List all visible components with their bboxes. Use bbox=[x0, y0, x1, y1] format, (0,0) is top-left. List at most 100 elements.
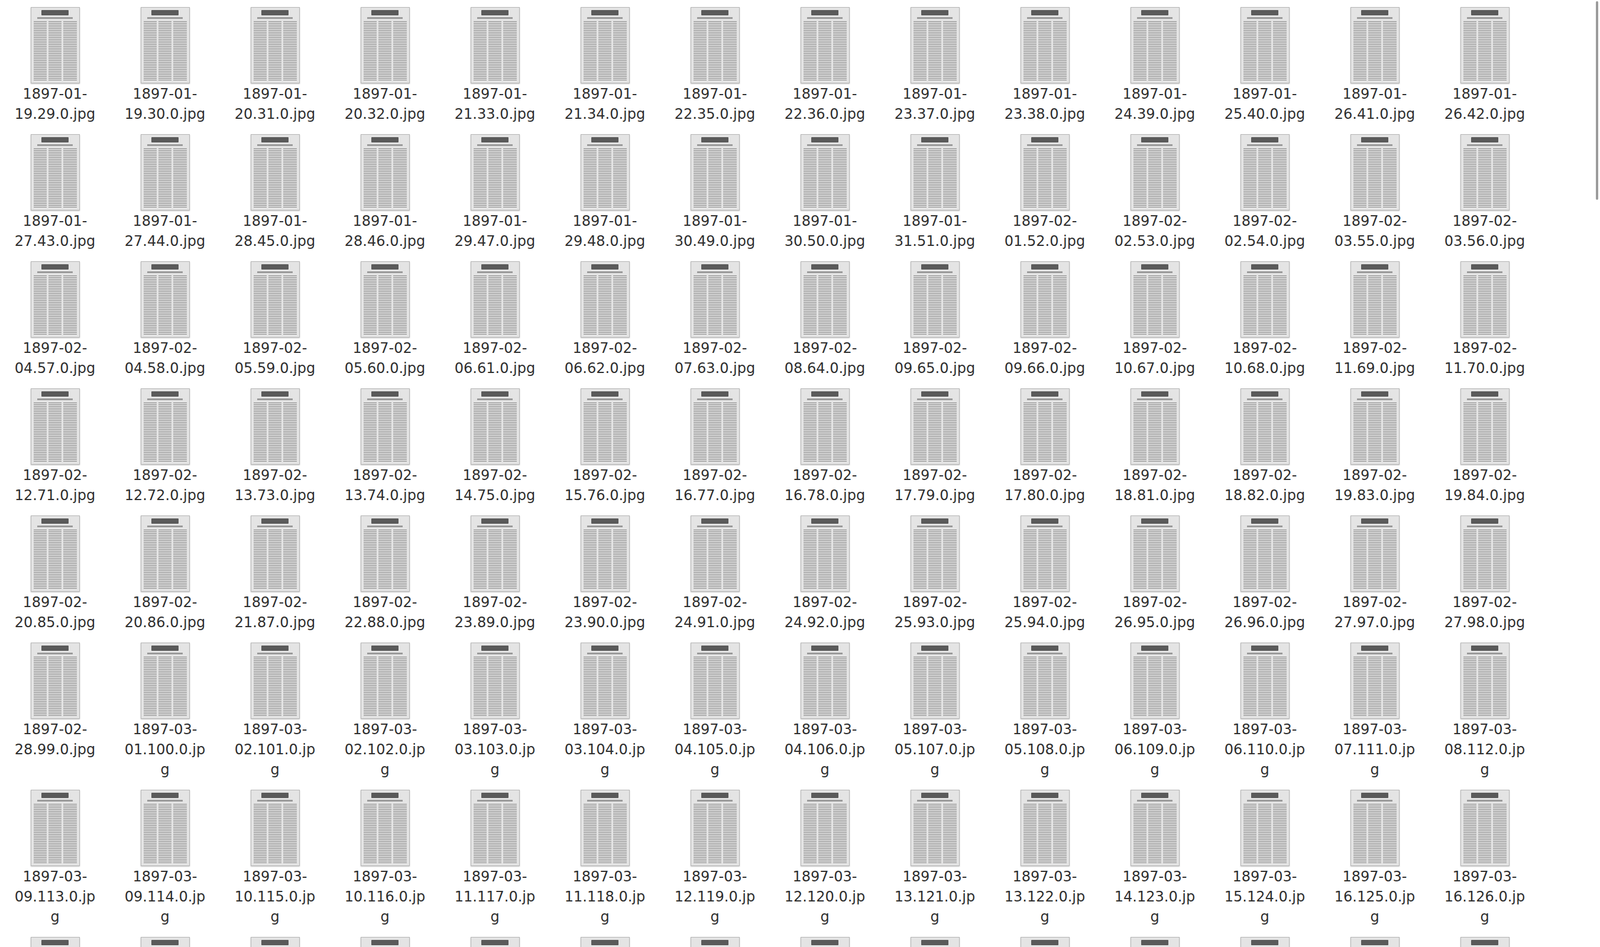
file-item[interactable]: 1897-02-03.56.0.jpg bbox=[1429, 134, 1540, 252]
thumbnail-image[interactable] bbox=[250, 515, 300, 592]
file-item[interactable]: 1897-02-08.64.0.jpg bbox=[769, 261, 880, 379]
thumbnail-image[interactable] bbox=[1350, 134, 1400, 211]
thumbnail-image[interactable] bbox=[1130, 388, 1180, 465]
file-item[interactable]: 1897-02-09.65.0.jpg bbox=[879, 261, 990, 379]
thumbnail-image[interactable] bbox=[910, 388, 960, 465]
thumbnail-image[interactable] bbox=[800, 789, 850, 867]
file-item[interactable]: 1897-02-06.61.0.jpg bbox=[439, 261, 550, 379]
thumbnail-image[interactable] bbox=[1350, 388, 1400, 465]
thumbnail-image[interactable] bbox=[1460, 134, 1510, 211]
thumbnail-image[interactable] bbox=[360, 789, 410, 867]
file-item[interactable]: 1897-02-21.87.0.jpg bbox=[219, 515, 330, 633]
thumbnail-image[interactable] bbox=[30, 7, 80, 84]
file-item[interactable]: 1897-03-03.104.0.jpg bbox=[549, 642, 660, 780]
thumbnail-image[interactable] bbox=[1240, 134, 1290, 211]
thumbnail-image[interactable] bbox=[1350, 642, 1400, 719]
thumbnail-image[interactable] bbox=[140, 937, 190, 947]
file-item[interactable]: 1897-02-24.91.0.jpg bbox=[659, 515, 770, 633]
file-item[interactable] bbox=[1429, 937, 1540, 947]
file-item[interactable]: 1897-01-28.46.0.jpg bbox=[329, 134, 440, 252]
file-item[interactable]: 1897-02-13.74.0.jpg bbox=[329, 388, 440, 506]
thumbnail-image[interactable] bbox=[910, 134, 960, 211]
file-item[interactable]: 1897-02-11.70.0.jpg bbox=[1429, 261, 1540, 379]
file-item[interactable] bbox=[769, 937, 880, 947]
file-item[interactable]: 1897-03-09.114.0.jpg bbox=[109, 789, 220, 928]
file-item[interactable]: 1897-02-25.94.0.jpg bbox=[989, 515, 1100, 633]
file-item[interactable]: 1897-03-08.112.0.jpg bbox=[1429, 642, 1540, 780]
thumbnail-image[interactable] bbox=[1240, 388, 1290, 465]
file-item[interactable]: 1897-02-04.57.0.jpg bbox=[0, 261, 110, 379]
file-item[interactable]: 1897-02-23.90.0.jpg bbox=[549, 515, 660, 633]
file-item[interactable]: 1897-03-04.105.0.jpg bbox=[659, 642, 770, 780]
thumbnail-image[interactable] bbox=[1130, 261, 1180, 338]
file-item[interactable]: 1897-02-05.59.0.jpg bbox=[219, 261, 330, 379]
file-item[interactable]: 1897-03-13.122.0.jpg bbox=[989, 789, 1100, 928]
file-item[interactable]: 1897-02-04.58.0.jpg bbox=[109, 261, 220, 379]
file-item[interactable]: 1897-01-22.36.0.jpg bbox=[769, 7, 880, 125]
file-item[interactable]: 1897-02-23.89.0.jpg bbox=[439, 515, 550, 633]
file-item[interactable]: 1897-02-03.55.0.jpg bbox=[1319, 134, 1430, 252]
file-item[interactable]: 1897-01-30.49.0.jpg bbox=[659, 134, 770, 252]
file-item[interactable]: 1897-02-19.83.0.jpg bbox=[1319, 388, 1430, 506]
file-item[interactable]: 1897-03-01.100.0.jpg bbox=[109, 642, 220, 780]
file-item[interactable]: 1897-02-13.73.0.jpg bbox=[219, 388, 330, 506]
thumbnail-image[interactable] bbox=[360, 642, 410, 719]
file-item[interactable]: 1897-03-06.109.0.jpg bbox=[1099, 642, 1210, 780]
file-item[interactable]: 1897-01-21.33.0.jpg bbox=[439, 7, 550, 125]
thumbnail-image[interactable] bbox=[690, 937, 740, 947]
thumbnail-image[interactable] bbox=[1460, 388, 1510, 465]
thumbnail-image[interactable] bbox=[580, 642, 630, 719]
file-item[interactable]: 1897-02-27.97.0.jpg bbox=[1319, 515, 1430, 633]
file-item[interactable]: 1897-02-10.67.0.jpg bbox=[1099, 261, 1210, 379]
file-item[interactable]: 1897-02-12.71.0.jpg bbox=[0, 388, 110, 506]
thumbnail-image[interactable] bbox=[1020, 515, 1070, 592]
thumbnail-image[interactable] bbox=[470, 642, 520, 719]
thumbnail-image[interactable] bbox=[30, 937, 80, 947]
thumbnail-image[interactable] bbox=[470, 388, 520, 465]
thumbnail-image[interactable] bbox=[1240, 261, 1290, 338]
thumbnail-image[interactable] bbox=[360, 937, 410, 947]
file-item[interactable] bbox=[879, 937, 990, 947]
file-item[interactable]: 1897-01-27.43.0.jpg bbox=[0, 134, 110, 252]
thumbnail-image[interactable] bbox=[1020, 642, 1070, 719]
file-item[interactable] bbox=[219, 937, 330, 947]
file-item[interactable]: 1897-01-21.34.0.jpg bbox=[549, 7, 660, 125]
thumbnail-image[interactable] bbox=[1460, 642, 1510, 719]
thumbnail-image[interactable] bbox=[250, 7, 300, 84]
thumbnail-image[interactable] bbox=[690, 388, 740, 465]
file-item[interactable]: 1897-03-03.103.0.jpg bbox=[439, 642, 550, 780]
file-item[interactable]: 1897-02-17.79.0.jpg bbox=[879, 388, 990, 506]
file-item[interactable]: 1897-03-05.107.0.jpg bbox=[879, 642, 990, 780]
thumbnail-image[interactable] bbox=[910, 789, 960, 867]
thumbnail-image[interactable] bbox=[1460, 261, 1510, 338]
file-item[interactable]: 1897-02-20.86.0.jpg bbox=[109, 515, 220, 633]
thumbnail-image[interactable] bbox=[1130, 7, 1180, 84]
file-item[interactable]: 1897-03-09.113.0.jpg bbox=[0, 789, 110, 928]
file-item[interactable]: 1897-02-10.68.0.jpg bbox=[1209, 261, 1320, 379]
file-item[interactable]: 1897-01-20.31.0.jpg bbox=[219, 7, 330, 125]
file-item[interactable]: 1897-01-26.41.0.jpg bbox=[1319, 7, 1430, 125]
thumbnail-image[interactable] bbox=[1460, 7, 1510, 84]
file-item[interactable]: 1897-01-30.50.0.jpg bbox=[769, 134, 880, 252]
file-item[interactable]: 1897-02-02.53.0.jpg bbox=[1099, 134, 1210, 252]
thumbnail-image[interactable] bbox=[1350, 789, 1400, 867]
thumbnail-image[interactable] bbox=[580, 937, 630, 947]
thumbnail-image[interactable] bbox=[800, 642, 850, 719]
thumbnail-image[interactable] bbox=[250, 388, 300, 465]
thumbnail-image[interactable] bbox=[910, 515, 960, 592]
thumbnail-image[interactable] bbox=[800, 261, 850, 338]
file-item[interactable]: 1897-02-22.88.0.jpg bbox=[329, 515, 440, 633]
thumbnail-image[interactable] bbox=[1130, 789, 1180, 867]
thumbnail-image[interactable] bbox=[1020, 388, 1070, 465]
file-item[interactable]: 1897-03-06.110.0.jpg bbox=[1209, 642, 1320, 780]
file-item[interactable]: 1897-02-26.96.0.jpg bbox=[1209, 515, 1320, 633]
file-item[interactable] bbox=[659, 937, 770, 947]
scrollbar-track[interactable] bbox=[1592, 0, 1600, 947]
file-item[interactable]: 1897-02-24.92.0.jpg bbox=[769, 515, 880, 633]
thumbnail-image[interactable] bbox=[470, 515, 520, 592]
thumbnail-image[interactable] bbox=[580, 388, 630, 465]
thumbnail-image[interactable] bbox=[1350, 7, 1400, 84]
thumbnail-image[interactable] bbox=[580, 789, 630, 867]
thumbnail-image[interactable] bbox=[1350, 261, 1400, 338]
thumbnail-image[interactable] bbox=[1240, 642, 1290, 719]
